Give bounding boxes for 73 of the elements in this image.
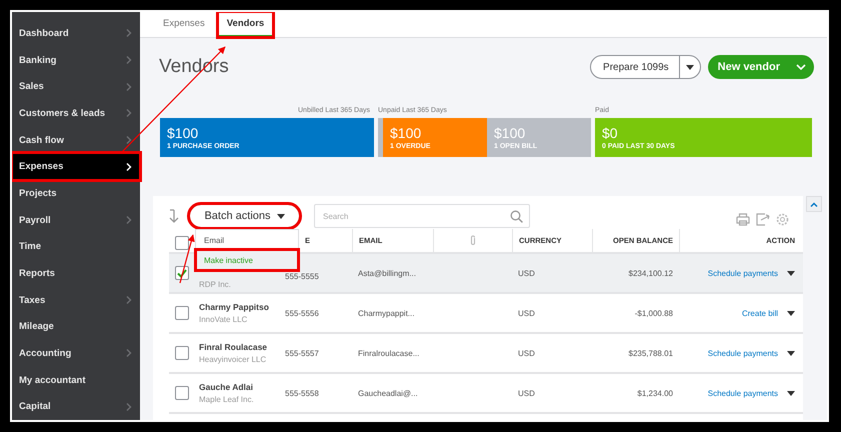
- company-name: InnoVate LLC: [199, 315, 248, 324]
- print-icon[interactable]: [736, 212, 750, 226]
- sidebar-item[interactable]: Projects: [12, 180, 140, 207]
- caret-icon: [787, 310, 795, 316]
- phone-cell-text: 555-5558: [284, 388, 320, 400]
- sidebar-item[interactable]: Customers & leads: [12, 100, 140, 127]
- chevron-down-icon: [796, 64, 806, 70]
- balance-cell-text: $234,100.12: [628, 268, 674, 280]
- sidebar-item[interactable]: Expenses: [12, 153, 140, 180]
- currency-cell-text: USD: [517, 388, 536, 400]
- sidebar-item[interactable]: Mileage: [12, 313, 140, 340]
- sidebar-item[interactable]: Taxes: [12, 286, 140, 314]
- sidebar-item[interactable]: Banking: [12, 46, 140, 74]
- caret-icon: [686, 64, 694, 70]
- sidebar-item[interactable]: My accountant: [12, 366, 140, 394]
- sidebar-item[interactable]: Dashboard: [12, 20, 140, 47]
- tab[interactable]: Vendors: [218, 12, 274, 37]
- caret-icon: [787, 270, 795, 276]
- prepare-button[interactable]: Prepare 1099s: [591, 56, 680, 78]
- scroll-up-button[interactable]: [806, 196, 822, 212]
- sidebar-item[interactable]: Payroll: [12, 206, 140, 234]
- email-cell-text: Charmypappit...: [357, 308, 416, 320]
- row-checkbox[interactable]: [175, 346, 189, 360]
- row-checkbox[interactable]: [175, 306, 189, 320]
- balance-cell-text: -$1,000.88: [634, 308, 674, 320]
- tab[interactable]: Expenses: [154, 12, 214, 37]
- sidebar-item[interactable]: Sales: [12, 73, 140, 100]
- email-cell-text: Asta@billingm...: [357, 268, 417, 280]
- row-checkbox[interactable]: [175, 386, 189, 400]
- caret-icon: [276, 214, 285, 218]
- sidebar-item[interactable]: Reports: [12, 260, 140, 287]
- company-name: Maple Leaf Inc.: [199, 395, 255, 404]
- phone-cell-text: 555-5556: [284, 308, 320, 320]
- export-icon[interactable]: [756, 212, 770, 226]
- caret-icon: [787, 390, 795, 396]
- summary-amount: $0: [602, 125, 619, 141]
- action-link[interactable]: Schedule payments: [708, 268, 778, 278]
- select-all-checkbox[interactable]: [175, 236, 189, 250]
- balance-cell-text: $235,788.01: [628, 348, 674, 360]
- company-name: Heavyinvoicer LLC: [199, 355, 268, 364]
- annotation-arrow: [179, 234, 195, 284]
- balance-cell-text: $1,234.00: [636, 388, 674, 400]
- chevron-up-icon: [810, 202, 818, 206]
- sidebar-item[interactable]: Time: [12, 233, 140, 260]
- action-link[interactable]: Schedule payments: [708, 348, 778, 358]
- vendor-name[interactable]: Finral Roulacase: [199, 342, 279, 352]
- sidebar-item[interactable]: Cash flow: [12, 126, 140, 154]
- row-checkbox[interactable]: [175, 266, 189, 280]
- sort-icon: [169, 209, 179, 223]
- checkmark-icon: [177, 268, 187, 278]
- phone-cell-text: 555-5555: [284, 271, 320, 283]
- action-link[interactable]: Schedule payments: [708, 388, 778, 398]
- search-field[interactable]: Search: [314, 204, 530, 228]
- search-icon: [510, 210, 523, 222]
- phone-cell-text: 555-5557: [284, 348, 320, 360]
- vendor-name[interactable]: Charmy Pappitso: [199, 302, 279, 312]
- settings-icon[interactable]: [776, 212, 789, 226]
- action-link[interactable]: Create bill: [742, 308, 778, 318]
- company-name: RDP Inc.: [199, 280, 232, 288]
- paperclip-icon: [470, 235, 476, 246]
- currency-cell-text: USD: [517, 308, 536, 320]
- summary-amount: $100: [390, 125, 422, 141]
- sidebar-item[interactable]: Capital: [12, 393, 140, 420]
- batch-actions-button[interactable]: Batch actions: [189, 204, 300, 228]
- email-cell-text: Gaucheadlai@...: [357, 388, 419, 400]
- sidebar-item[interactable]: Accounting: [12, 340, 140, 367]
- currency-cell-text: USD: [517, 348, 536, 360]
- summary-amount: $100: [494, 125, 526, 141]
- currency-cell-text: USD: [517, 268, 536, 280]
- caret-icon: [787, 350, 795, 356]
- vendor-name[interactable]: Gauche Adlai: [199, 382, 279, 392]
- email-cell-text: Finralroulacase...: [357, 348, 420, 360]
- summary-amount: $100: [167, 125, 200, 141]
